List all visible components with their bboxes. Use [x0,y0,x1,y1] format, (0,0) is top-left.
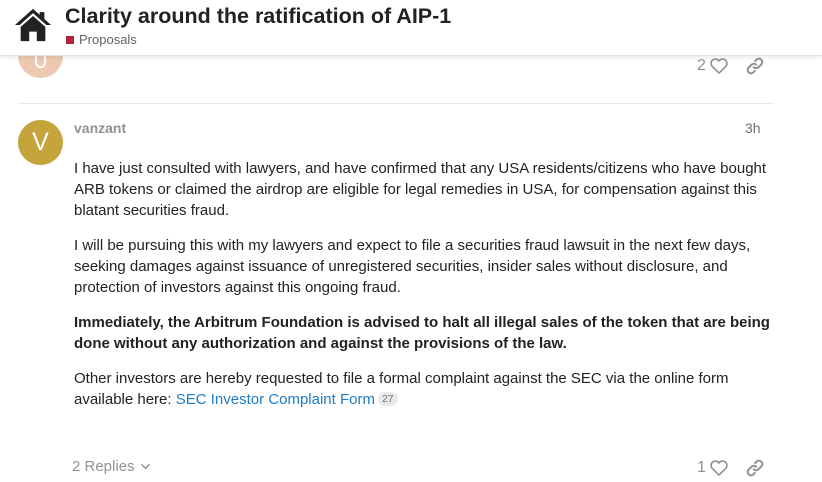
chevron-down-icon [140,463,150,470]
previous-post-like-count[interactable]: 2 [697,57,706,75]
post-paragraph: I will be pursuing this with my lawyers … [74,237,751,296]
category-color-swatch [66,36,74,44]
post-date[interactable]: 3h [745,120,761,136]
post-paragraph-bold: Immediately, the Arbitrum Foundation is … [74,314,770,352]
sec-complaint-form-link[interactable]: SEC Investor Complaint Form [176,391,375,408]
home-icon[interactable] [14,6,52,44]
post-body: I have just consulted with lawyers, and … [74,158,774,424]
post-actions: 1 [697,456,765,480]
heart-icon[interactable] [709,458,729,478]
post-username[interactable]: vanzant [74,120,126,136]
post-like-count[interactable]: 1 [697,459,706,477]
post-paragraph-text: Other investors are hereby requested to … [74,370,729,408]
category-badge[interactable]: Proposals [66,32,137,47]
topic-header: Clarity around the ratification of AIP-1… [0,0,822,56]
category-label: Proposals [79,32,137,47]
post-paragraph: I have just consulted with lawyers, and … [74,160,767,219]
link-icon[interactable] [745,458,765,478]
show-replies-button[interactable]: 2 Replies [72,458,151,475]
replies-label: 2 Replies [72,458,135,475]
heart-icon[interactable] [709,56,729,76]
link-click-count-badge: 27 [377,392,398,406]
post-paragraph-with-link: Other investors are hereby requested to … [74,368,774,410]
topic-title[interactable]: Clarity around the ratification of AIP-1 [65,4,451,29]
avatar[interactable]: V [18,120,63,165]
post-divider [18,103,774,104]
previous-post-actions: 2 [697,54,765,78]
link-icon[interactable] [745,56,765,76]
